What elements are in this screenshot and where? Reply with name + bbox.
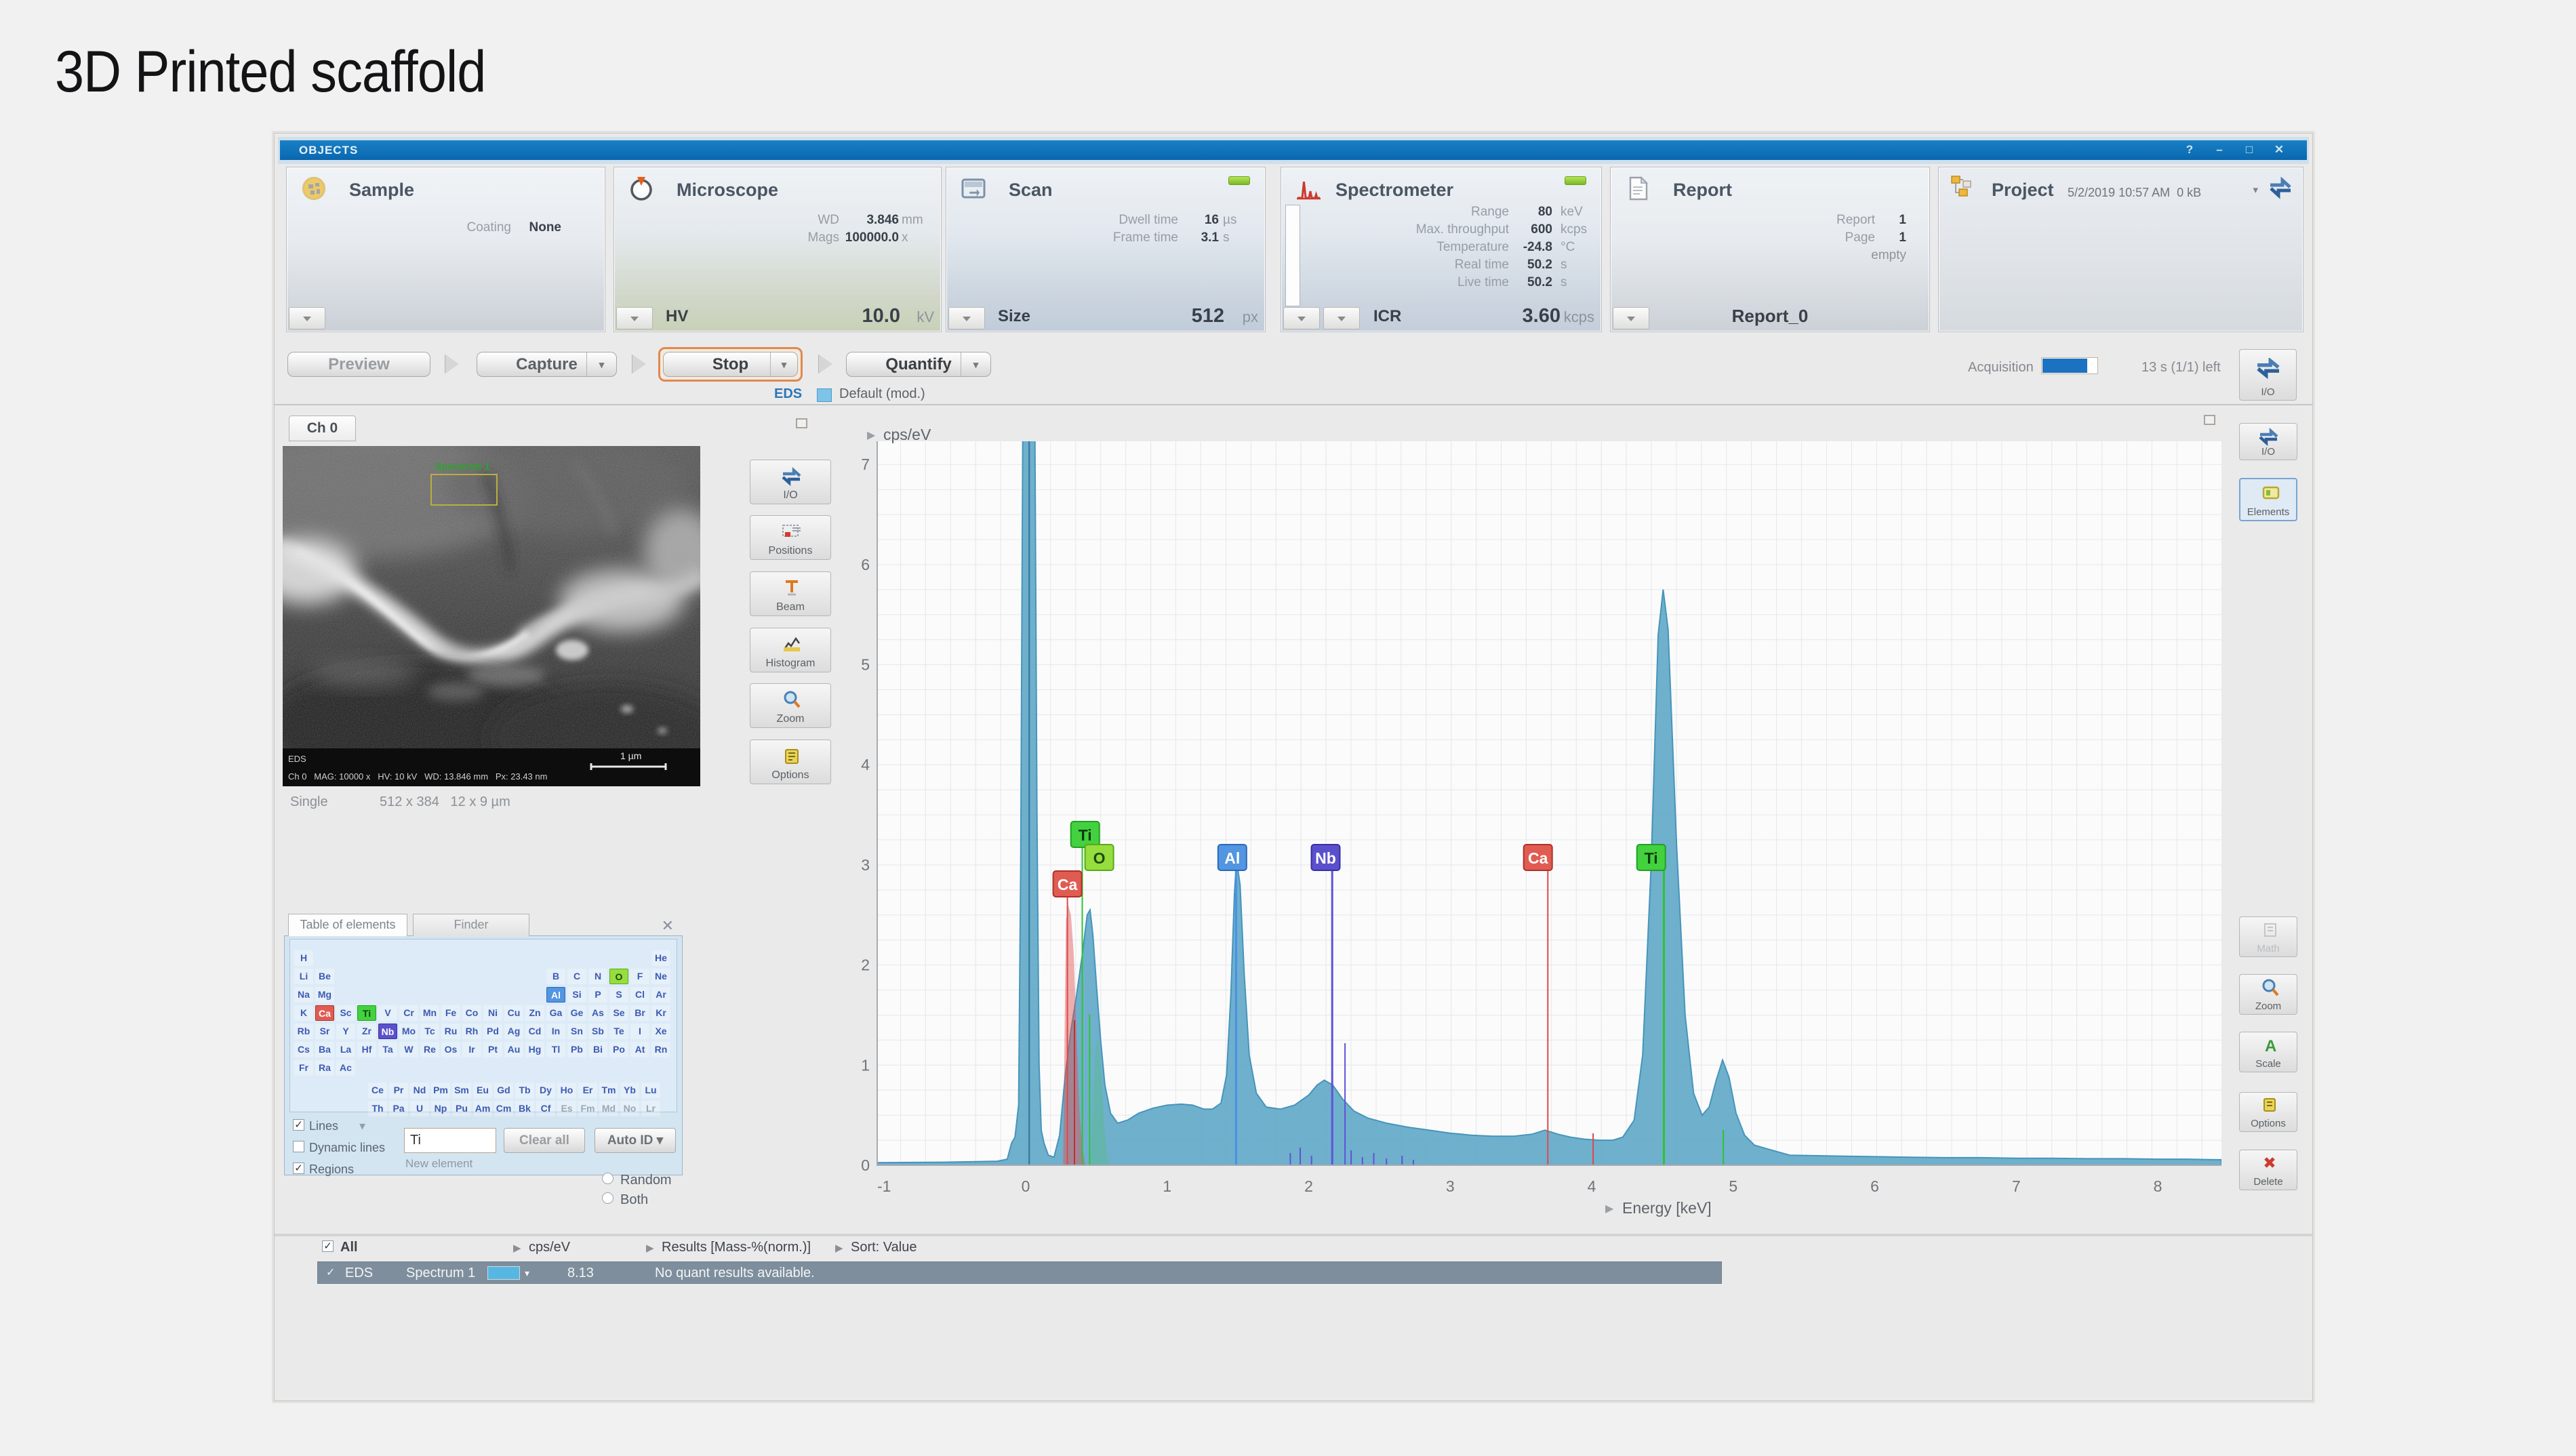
svg-text:0: 0 xyxy=(861,1156,870,1174)
svg-text:3: 3 xyxy=(1446,1177,1455,1195)
svg-text:1: 1 xyxy=(861,1056,870,1074)
svg-text:7: 7 xyxy=(861,456,870,473)
svg-text:4: 4 xyxy=(861,756,870,773)
svg-text:2: 2 xyxy=(1304,1177,1313,1195)
svg-text:6: 6 xyxy=(1870,1177,1879,1195)
svg-text:5: 5 xyxy=(861,656,870,674)
svg-text:Spectrum 1: Spectrum 1 xyxy=(435,461,490,472)
svg-text:3: 3 xyxy=(861,856,870,874)
svg-text:1 µm: 1 µm xyxy=(620,750,641,761)
svg-text:5: 5 xyxy=(1729,1177,1737,1195)
svg-text:O: O xyxy=(1093,849,1106,867)
svg-text:A: A xyxy=(2265,1037,2276,1055)
svg-text:Energy [keV]: Energy [keV] xyxy=(1622,1199,1712,1217)
svg-text:Ti: Ti xyxy=(1645,849,1658,867)
svg-text:Ch 0 MAG: 10000 x HV: 10 k: Ch 0 MAG: 10000 x HV: 10 kV WD: 13.846 m… xyxy=(288,771,547,782)
svg-text:EDS: EDS xyxy=(288,754,306,764)
svg-text:Ca: Ca xyxy=(1528,849,1548,867)
svg-text:Ca: Ca xyxy=(1058,876,1078,893)
svg-text:Nb: Nb xyxy=(1315,849,1336,867)
svg-text:cps/eV: cps/eV xyxy=(883,426,931,443)
svg-text:Al: Al xyxy=(1224,849,1240,867)
svg-text:▶: ▶ xyxy=(1605,1203,1614,1215)
svg-text:0: 0 xyxy=(1022,1177,1030,1195)
svg-text:▶: ▶ xyxy=(867,430,876,441)
svg-text:7: 7 xyxy=(2012,1177,2021,1195)
svg-text:6: 6 xyxy=(861,556,870,573)
svg-text:4: 4 xyxy=(1588,1177,1596,1195)
svg-text:-1: -1 xyxy=(877,1177,891,1195)
svg-text:1: 1 xyxy=(1163,1177,1171,1195)
svg-text:2: 2 xyxy=(861,956,870,974)
svg-text:Ti: Ti xyxy=(1079,826,1092,844)
svg-text:8: 8 xyxy=(2154,1177,2162,1195)
